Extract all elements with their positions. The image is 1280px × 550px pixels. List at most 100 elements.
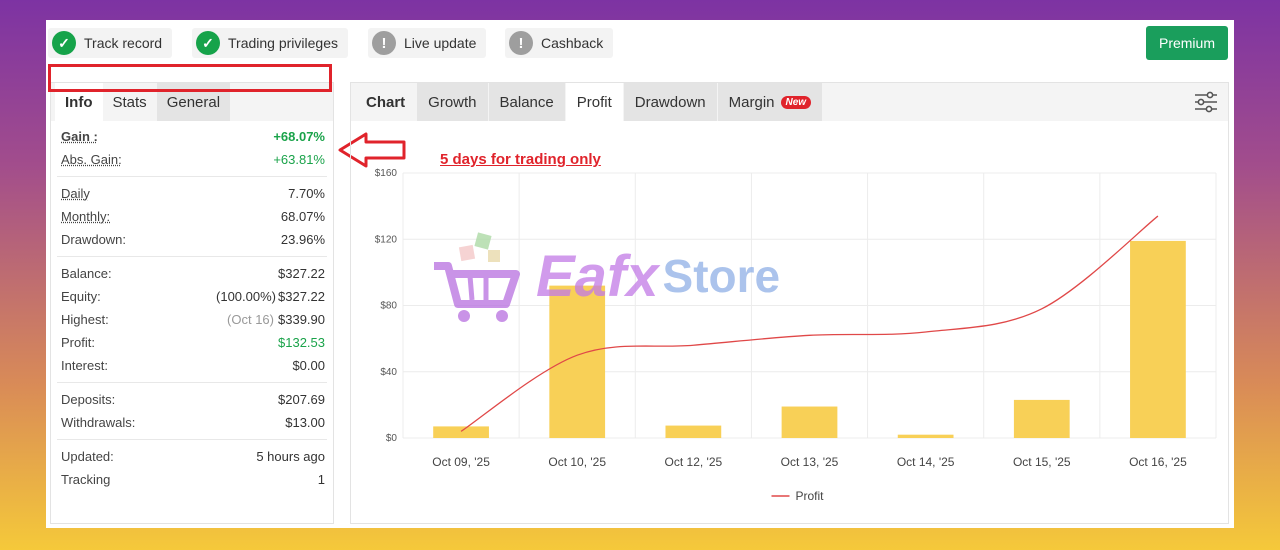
exclamation-icon: ! xyxy=(509,31,533,55)
x-tick-label: Oct 14, '25 xyxy=(897,455,955,469)
daily-value: 7.70% xyxy=(288,186,325,201)
equity-value: $327.22 xyxy=(278,289,325,304)
abs-gain-row: Abs. Gain: +63.81% xyxy=(51,148,333,171)
x-tick-label: Oct 16, '25 xyxy=(1129,455,1187,469)
legend-label: Profit xyxy=(796,489,825,503)
interest-label: Interest: xyxy=(61,358,108,373)
abs-gain-label[interactable]: Abs. Gain: xyxy=(61,152,122,167)
watermark-text-2: Store xyxy=(662,250,781,302)
drawdown-label: Drawdown: xyxy=(61,232,127,247)
equity-row: Equity: (100.00%) $327.22 xyxy=(51,285,333,308)
badge-label: Cashback xyxy=(541,35,604,51)
badge-label: Trading privileges xyxy=(228,35,338,51)
updated-label: Updated: xyxy=(61,449,114,464)
bar xyxy=(665,425,722,438)
bar xyxy=(1130,240,1186,438)
tracking-label: Tracking xyxy=(61,472,111,487)
chart-tabs: Chart Growth Balance Profit Drawdown Mar… xyxy=(351,83,1228,121)
watermark-logo: Eafx Store xyxy=(430,226,780,326)
tab-margin[interactable]: Margin New xyxy=(717,83,823,121)
deposits-row: Deposits: $207.69 xyxy=(51,388,333,411)
badge-label: Live update xyxy=(404,35,477,51)
monthly-label[interactable]: Monthly: xyxy=(61,209,110,224)
highest-date: (Oct 16) xyxy=(227,312,274,327)
divider xyxy=(57,439,327,440)
tab-chart[interactable]: Chart xyxy=(355,83,417,121)
tracking-value: 1 xyxy=(317,472,325,487)
daily-label[interactable]: Daily xyxy=(61,186,90,201)
annotation-text: 5 days for trading only xyxy=(440,151,601,168)
status-badge-bar: ✓ Track record ✓ Trading privileges ! Li… xyxy=(46,20,1234,68)
withdrawals-label: Withdrawals: xyxy=(61,415,136,430)
y-tick-label: $120 xyxy=(375,234,398,245)
deposits-value: $207.69 xyxy=(278,392,325,407)
bar xyxy=(781,406,838,438)
x-tick-label: Oct 12, '25 xyxy=(665,455,723,469)
balance-row: Balance: $327.22 xyxy=(51,262,333,285)
y-tick-label: $40 xyxy=(380,367,397,378)
x-tick-label: Oct 10, '25 xyxy=(548,455,606,469)
tracking-row: Tracking 1 xyxy=(51,468,333,491)
x-tick-label: Oct 09, '25 xyxy=(432,455,490,469)
gain-highlight-box xyxy=(48,64,332,92)
withdrawals-value: $13.00 xyxy=(285,415,325,430)
profit-row: Profit: $132.53 xyxy=(51,331,333,354)
divider xyxy=(57,382,327,383)
tab-margin-label: Margin xyxy=(728,93,775,111)
check-icon: ✓ xyxy=(196,31,220,55)
badge-live-update[interactable]: ! Live update xyxy=(368,28,487,58)
y-tick-label: $80 xyxy=(380,301,397,312)
interest-row: Interest: $0.00 xyxy=(51,354,333,377)
profit-value: $132.53 xyxy=(278,335,325,350)
deposits-label: Deposits: xyxy=(61,392,116,407)
settings-sliders-icon[interactable] xyxy=(1194,91,1218,113)
daily-row: Daily 7.70% xyxy=(51,182,333,205)
badge-label: Track record xyxy=(84,35,163,51)
withdrawals-row: Withdrawals: $13.00 xyxy=(51,411,333,434)
balance-label: Balance: xyxy=(61,266,112,281)
app-frame: ✓ Track record ✓ Trading privileges ! Li… xyxy=(46,20,1234,528)
gain-value: +68.07% xyxy=(273,129,325,144)
drawdown-value: 23.96% xyxy=(280,232,325,247)
abs-gain-value: +63.81% xyxy=(273,152,325,167)
balance-value: $327.22 xyxy=(278,266,325,281)
tab-profit[interactable]: Profit xyxy=(565,83,623,121)
y-tick-label: $0 xyxy=(386,433,398,444)
divider xyxy=(57,256,327,257)
y-tick-label: $160 xyxy=(375,168,398,179)
updated-row: Updated: 5 hours ago xyxy=(51,445,333,468)
drawdown-row: Drawdown: 23.96% xyxy=(51,228,333,251)
divider xyxy=(57,176,327,177)
x-tick-label: Oct 15, '25 xyxy=(1013,455,1071,469)
gain-row: Gain : +68.07% xyxy=(51,125,333,148)
tab-growth[interactable]: Growth xyxy=(417,83,488,121)
highest-label: Highest: xyxy=(61,312,109,327)
highest-row: Highest: (Oct 16) $339.90 xyxy=(51,308,333,331)
badge-track-record[interactable]: ✓ Track record xyxy=(48,28,173,58)
equity-percent: (100.00%) xyxy=(216,289,276,304)
new-badge: New xyxy=(780,95,812,109)
bar xyxy=(433,426,489,438)
premium-button[interactable]: Premium xyxy=(1146,26,1228,60)
badge-cashback[interactable]: ! Cashback xyxy=(505,28,614,58)
shopping-cart-icon xyxy=(434,232,520,322)
badge-trading-privileges[interactable]: ✓ Trading privileges xyxy=(192,28,348,58)
tab-drawdown[interactable]: Drawdown xyxy=(623,83,717,121)
x-tick-label: Oct 13, '25 xyxy=(781,455,839,469)
bar xyxy=(897,434,954,438)
watermark-text-1: Eafx xyxy=(536,243,659,309)
gain-label[interactable]: Gain : xyxy=(61,129,98,144)
check-icon: ✓ xyxy=(52,31,76,55)
profit-label: Profit: xyxy=(61,335,95,350)
info-panel: Info Stats General Gain : +68.07% Abs. G… xyxy=(50,82,334,524)
highest-value-wrap: (Oct 16) $339.90 xyxy=(227,312,325,327)
tab-balance[interactable]: Balance xyxy=(488,83,565,121)
monthly-row: Monthly: 68.07% xyxy=(51,205,333,228)
highest-value: $339.90 xyxy=(278,312,325,327)
bar xyxy=(1013,399,1070,438)
updated-value: 5 hours ago xyxy=(256,449,325,464)
equity-value-wrap: (100.00%) $327.22 xyxy=(216,289,325,304)
interest-value: $0.00 xyxy=(292,358,325,373)
exclamation-icon: ! xyxy=(372,31,396,55)
equity-label: Equity: xyxy=(61,289,101,304)
